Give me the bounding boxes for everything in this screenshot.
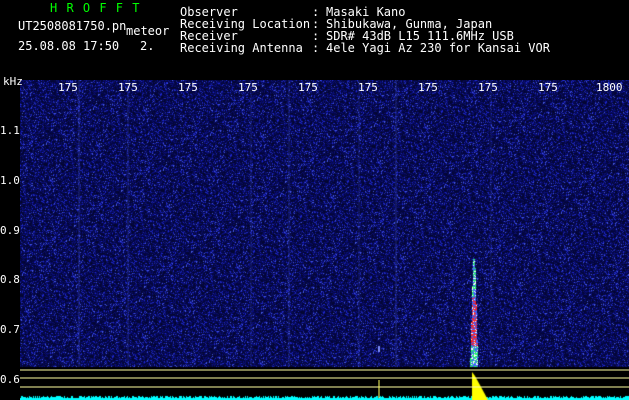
x-tick-label: 175 bbox=[238, 81, 258, 94]
timestamp: 25.08.08 17:50 bbox=[18, 39, 120, 53]
meteor-label: meteor bbox=[126, 24, 170, 38]
y-tick-label: 0.7 bbox=[0, 323, 20, 336]
file-name: UT2508081750.pn bbox=[18, 19, 127, 33]
x-tick-label: 175 bbox=[58, 81, 78, 94]
brand-title: H R O F F T bbox=[50, 1, 141, 15]
y-tick-label: 1.0 bbox=[0, 174, 20, 187]
y-tick-label: 0.6 bbox=[0, 373, 20, 386]
y-tick-label: 1.1 bbox=[0, 124, 20, 137]
x-tick-label: 175 bbox=[298, 81, 318, 94]
x-tick-label: 175 bbox=[358, 81, 378, 94]
x-tick-label: 175 bbox=[478, 81, 498, 94]
x-tick-label: 175 bbox=[418, 81, 438, 94]
x-tick-label: 1800 bbox=[596, 81, 623, 94]
x-tick-label: 175 bbox=[118, 81, 138, 94]
x-tick-label: 175 bbox=[178, 81, 198, 94]
reference-lines bbox=[20, 369, 629, 398]
meteor-count: 2. bbox=[140, 39, 155, 53]
info-sep-antenna: : bbox=[312, 41, 320, 55]
info-value-antenna: 4ele Yagi Az 230 for Kansai VOR bbox=[326, 41, 550, 55]
info-label-antenna: Receiving Antenna bbox=[180, 41, 303, 55]
y-axis-unit: kHz bbox=[3, 75, 23, 88]
y-tick-label: 0.9 bbox=[0, 224, 20, 237]
x-tick-label: 175 bbox=[538, 81, 558, 94]
y-tick-label: 0.8 bbox=[0, 273, 20, 286]
